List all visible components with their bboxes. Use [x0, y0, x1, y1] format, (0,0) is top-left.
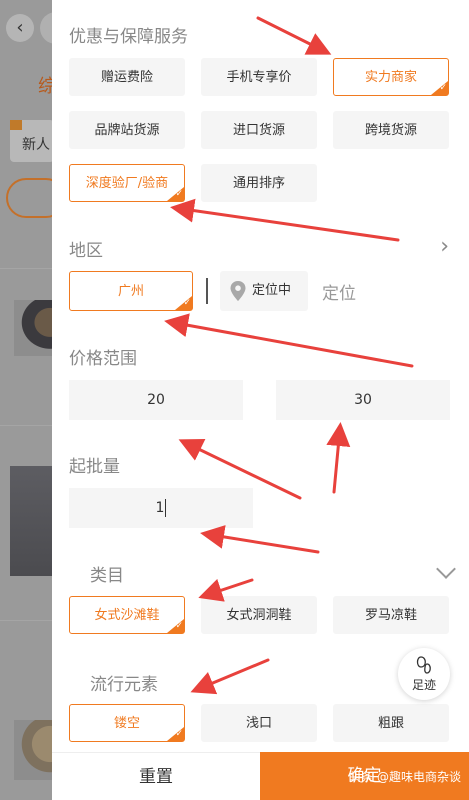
background-divider — [0, 425, 60, 426]
locate-button[interactable]: 定位中 — [220, 271, 308, 311]
moq-input[interactable]: 1 — [69, 488, 253, 528]
chip-power-merchant[interactable]: 实力商家 — [333, 58, 449, 96]
location-pin-icon — [230, 281, 246, 301]
chip-mobile-price[interactable]: 手机专享价 — [201, 58, 317, 96]
price-max-input[interactable]: 30 — [276, 380, 450, 420]
background-divider — [0, 268, 60, 269]
chip-roman-sandals[interactable]: 罗马凉鞋 — [333, 596, 449, 634]
background-divider — [0, 620, 60, 621]
chip-factory-inspection[interactable]: 深度验厂/验商 — [69, 164, 185, 202]
background-badge — [10, 120, 22, 130]
chip-freight-insurance[interactable]: 赠运费险 — [69, 58, 185, 96]
footprint-button[interactable]: 足迹 — [398, 648, 450, 700]
background-page: ‹ 综 新人 — [0, 0, 60, 800]
watermark: 头条 @趣味电商杂谈 — [349, 770, 461, 784]
chip-import-source[interactable]: 进口货源 — [201, 111, 317, 149]
chip-beach-shoes[interactable]: 女式沙滩鞋 — [69, 596, 185, 634]
chip-city-selected[interactable]: 广州 — [69, 271, 193, 311]
moq-value: 1 — [155, 500, 165, 516]
chip-brand-source[interactable]: 品牌站货源 — [69, 111, 185, 149]
chevron-right-icon[interactable]: › — [440, 234, 449, 259]
locate-link[interactable]: 定位 — [322, 279, 356, 304]
text-caret — [165, 499, 167, 517]
footprint-label: 足迹 — [411, 678, 436, 692]
back-icon[interactable]: ‹ — [6, 14, 34, 42]
section-title-region: 地区 — [69, 241, 103, 261]
chip-chunky-heel[interactable]: 粗跟 — [333, 704, 449, 742]
chip-crossborder-source[interactable]: 跨境货源 — [333, 111, 449, 149]
chip-general-sort[interactable]: 通用排序 — [201, 164, 317, 202]
region-divider — [206, 278, 208, 304]
section-title-service: 优惠与保障服务 — [69, 27, 188, 47]
footprint-icon — [416, 656, 431, 674]
section-title-price: 价格范围 — [69, 349, 137, 369]
price-min-input[interactable]: 20 — [69, 380, 243, 420]
section-title-trend: 流行元素 — [90, 675, 158, 695]
chip-hollow[interactable]: 镂空 — [69, 704, 185, 742]
chip-shallow-mouth[interactable]: 浅口 — [201, 704, 317, 742]
chip-clogs[interactable]: 女式洞洞鞋 — [201, 596, 317, 634]
chevron-down-icon[interactable] — [436, 559, 456, 579]
filter-panel: 优惠与保障服务 赠运费险 手机专享价 实力商家 品牌站货源 进口货源 跨境货源 … — [52, 0, 469, 800]
section-title-category: 类目 — [90, 566, 124, 586]
section-title-moq: 起批量 — [69, 457, 120, 477]
locating-label: 定位中 — [252, 283, 292, 298]
reset-button[interactable]: 重置 — [52, 752, 260, 800]
